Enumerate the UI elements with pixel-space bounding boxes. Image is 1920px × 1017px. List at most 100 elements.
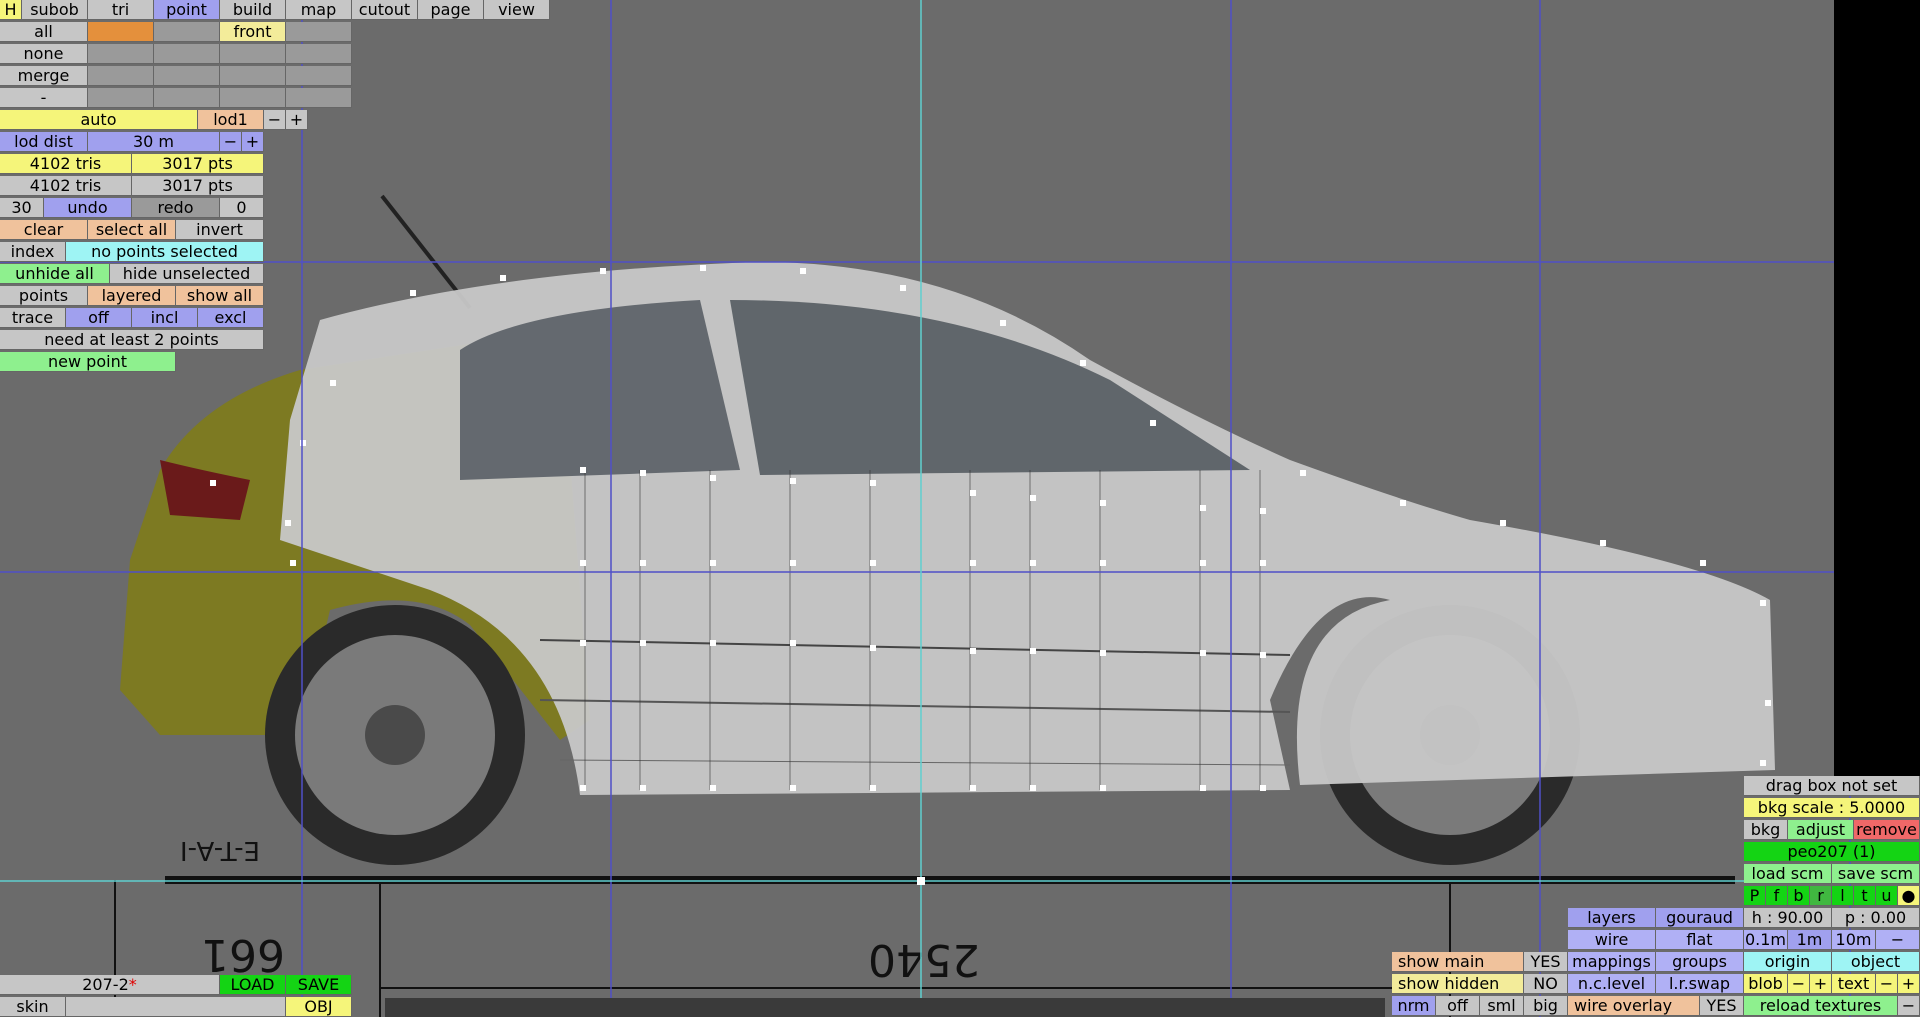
help-button[interactable]: H — [0, 0, 22, 20]
tab-view[interactable]: view — [484, 0, 550, 20]
index-button[interactable]: index — [0, 242, 66, 262]
layer-slot[interactable] — [154, 66, 220, 86]
viewport-canvas[interactable]: 661 2540 E-T-A-I — [0, 0, 1920, 1017]
select-none-button[interactable]: none — [0, 44, 88, 64]
reload-dash-button[interactable]: − — [1898, 996, 1920, 1016]
wire-overlay-value[interactable]: YES — [1700, 996, 1744, 1016]
mappings-button[interactable]: mappings — [1568, 952, 1656, 972]
tab-subob[interactable]: subob — [22, 0, 88, 20]
front-button[interactable]: front — [220, 22, 286, 42]
step-10m-button[interactable]: 10m — [1832, 930, 1876, 950]
wire-overlay-label[interactable]: wire overlay — [1568, 996, 1700, 1016]
lod-level-button[interactable]: lod1 — [198, 110, 264, 130]
step-minus-button[interactable]: − — [1876, 930, 1920, 950]
tab-cutout[interactable]: cutout — [352, 0, 418, 20]
reload-textures-button[interactable]: reload textures — [1744, 996, 1898, 1016]
step-01m-button[interactable]: 0.1m — [1744, 930, 1788, 950]
tab-build[interactable]: build — [220, 0, 286, 20]
new-point-button[interactable]: new point — [0, 352, 176, 372]
save-scm-button[interactable]: save scm — [1832, 864, 1920, 884]
layer-swatch-4[interactable] — [286, 22, 352, 42]
show-main-value[interactable]: YES — [1524, 952, 1568, 972]
lr-swap-button[interactable]: l.r.swap — [1656, 974, 1744, 994]
lod-auto-button[interactable]: auto — [0, 110, 198, 130]
normals-sml-button[interactable]: sml — [1480, 996, 1524, 1016]
tab-point[interactable]: point — [154, 0, 220, 20]
redo-button[interactable]: redo — [132, 198, 220, 218]
blob-plus-button[interactable]: + — [1810, 974, 1832, 994]
save-button[interactable]: SAVE — [286, 975, 352, 995]
groups-button[interactable]: groups — [1656, 952, 1744, 972]
skin-button[interactable]: skin — [0, 997, 66, 1017]
show-main-label[interactable]: show main — [1392, 952, 1524, 972]
view-under-button[interactable]: u — [1876, 886, 1898, 906]
normals-nrm-button[interactable]: nrm — [1392, 996, 1436, 1016]
lod-dist-plus-button[interactable]: + — [242, 132, 264, 152]
tab-map[interactable]: map — [286, 0, 352, 20]
layer-swatch-2[interactable] — [154, 22, 220, 42]
lod-minus-button[interactable]: − — [264, 110, 286, 130]
hide-unselected-button[interactable]: hide unselected — [110, 264, 264, 284]
text-minus-button[interactable]: − — [1876, 974, 1898, 994]
lod-plus-button[interactable]: + — [286, 110, 308, 130]
view-persp-button[interactable]: P — [1744, 886, 1766, 906]
undo-button[interactable]: undo — [44, 198, 132, 218]
skin-field[interactable] — [66, 997, 286, 1017]
dash-button[interactable]: - — [0, 88, 88, 108]
load-button[interactable]: LOAD — [220, 975, 286, 995]
heading-field[interactable]: h : 90.00 — [1744, 908, 1832, 928]
clear-selection-button[interactable]: clear — [0, 220, 88, 240]
view-right-button[interactable]: r — [1810, 886, 1832, 906]
unhide-all-button[interactable]: unhide all — [0, 264, 110, 284]
bkg-button[interactable]: bkg — [1744, 820, 1788, 840]
text-button[interactable]: text — [1832, 974, 1876, 994]
object-button[interactable]: object — [1832, 952, 1920, 972]
layer-slot[interactable] — [220, 66, 286, 86]
select-all-layers-button[interactable]: all — [0, 22, 88, 42]
merge-button[interactable]: merge — [0, 66, 88, 86]
layer-slot[interactable] — [220, 88, 286, 108]
view-top-button[interactable]: t — [1854, 886, 1876, 906]
lod-dist-value[interactable]: 30 m — [88, 132, 220, 152]
load-scm-button[interactable]: load scm — [1744, 864, 1832, 884]
view-left-button[interactable]: l — [1832, 886, 1854, 906]
adjust-button[interactable]: adjust — [1788, 820, 1854, 840]
trace-incl-button[interactable]: incl — [132, 308, 198, 328]
tab-page[interactable]: page — [418, 0, 484, 20]
layer-slot[interactable] — [88, 88, 154, 108]
lod-dist-minus-button[interactable]: − — [220, 132, 242, 152]
view-front-button[interactable]: f — [1766, 886, 1788, 906]
layer-slot[interactable] — [286, 44, 352, 64]
tab-tri[interactable]: tri — [88, 0, 154, 20]
model-name-field[interactable]: peo207 (1) — [1744, 842, 1920, 862]
layer-swatch-1[interactable] — [88, 22, 154, 42]
layered-button[interactable]: layered — [88, 286, 176, 306]
normals-big-button[interactable]: big — [1524, 996, 1568, 1016]
trace-off-button[interactable]: off — [66, 308, 132, 328]
nc-level-button[interactable]: n.c.level — [1568, 974, 1656, 994]
show-all-button[interactable]: show all — [176, 286, 264, 306]
obj-button[interactable]: OBJ — [286, 997, 352, 1017]
view-back-button[interactable]: b — [1788, 886, 1810, 906]
flat-button[interactable]: flat — [1656, 930, 1744, 950]
origin-button[interactable]: origin — [1744, 952, 1832, 972]
layer-slot[interactable] — [154, 44, 220, 64]
points-mode-button[interactable]: points — [0, 286, 88, 306]
layer-slot[interactable] — [154, 88, 220, 108]
layer-slot[interactable] — [88, 66, 154, 86]
layer-slot[interactable] — [88, 44, 154, 64]
filename-field[interactable]: 207-2* — [0, 975, 220, 995]
blob-button[interactable]: blob — [1744, 974, 1788, 994]
pitch-field[interactable]: p : 0.00 — [1832, 908, 1920, 928]
bkg-scale-field[interactable]: bkg scale : 5.0000 — [1744, 798, 1920, 818]
layer-slot[interactable] — [286, 88, 352, 108]
trace-excl-button[interactable]: excl — [198, 308, 264, 328]
remove-button[interactable]: remove — [1854, 820, 1920, 840]
invert-selection-button[interactable]: invert — [176, 220, 264, 240]
normals-off-button[interactable]: off — [1436, 996, 1480, 1016]
layer-slot[interactable] — [220, 44, 286, 64]
blob-minus-button[interactable]: − — [1788, 974, 1810, 994]
view-dot-button[interactable]: ● — [1898, 886, 1920, 906]
layer-slot[interactable] — [286, 66, 352, 86]
wire-button[interactable]: wire — [1568, 930, 1656, 950]
